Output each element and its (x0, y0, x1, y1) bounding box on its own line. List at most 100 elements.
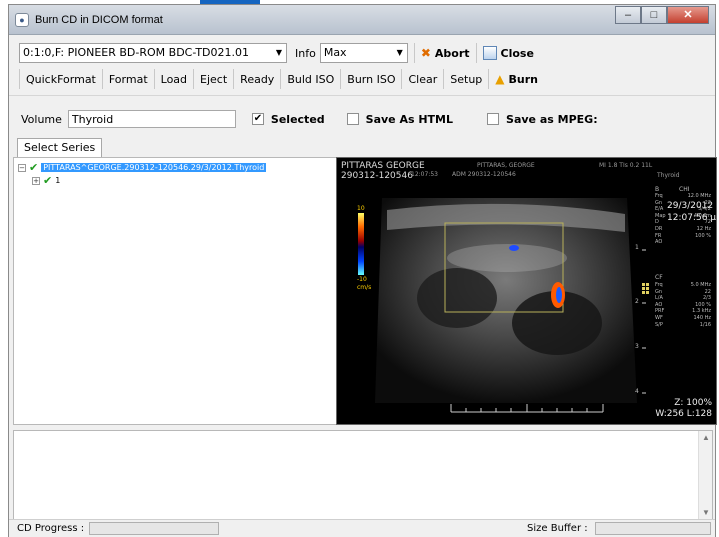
scale-top-label: 10 (357, 205, 365, 212)
scroll-down-icon[interactable]: ▼ (702, 508, 710, 517)
param-value: 12.0 MHz (687, 193, 711, 199)
window-controls: – □ ✕ (615, 6, 709, 24)
options-row: Volume ✔ Selected Save As HTML Save as M… (21, 109, 598, 129)
depth-mark-2: 2 (635, 298, 639, 305)
param-value: 4.0 cm (693, 212, 711, 219)
window-title: Burn CD in DICOM format (35, 14, 163, 26)
cd-progress-bar (89, 522, 219, 535)
param-name: D (655, 219, 659, 226)
param-value: 72 (704, 219, 711, 226)
scroll-up-icon[interactable]: ▲ (702, 433, 710, 442)
param-name: AO (655, 239, 663, 246)
save-mpeg-checkbox-group[interactable]: Save as MPEG: (487, 113, 598, 126)
cf-param-values: 5.0 MHz 22 2/3 100 % 1.3 kHz 140 Hz 1/16 (675, 282, 711, 328)
info-select[interactable]: Max ▼ (319, 43, 408, 63)
param-name: WF (655, 314, 663, 321)
param-name: FR (655, 232, 662, 239)
series-tree: − ✔ PITTARAS^GEORGE.290312-120546.29/3/2… (13, 157, 337, 425)
log-panel[interactable]: ▲ ▼ (13, 430, 713, 520)
param-value: 22 (704, 199, 711, 206)
save-html-checkbox-group[interactable]: Save As HTML (346, 112, 454, 126)
overlay-b: B (655, 186, 660, 193)
setup-button[interactable]: Setup (443, 69, 488, 89)
param-name: Frq (655, 193, 663, 199)
maximize-button[interactable]: □ (641, 6, 667, 24)
param-name: Gn (655, 199, 663, 206)
param-name: Gn (655, 288, 663, 295)
device-toolbar: 0:1:0,F: PIONEER BD-ROM BDC-TD021.01 ▼ I… (19, 42, 540, 64)
param-value: 100 % (695, 232, 711, 239)
size-buffer-bar (595, 522, 711, 535)
cf-label: CF (655, 274, 663, 281)
param-name: AO (655, 301, 663, 308)
window-level-value: W:256 L:128 (655, 409, 712, 419)
volume-input[interactable] (67, 110, 236, 128)
patient-name: PITTARAS GEORGE (341, 161, 425, 171)
application-window: ● Burn CD in DICOM format – □ ✕ 0:1:0,F:… (8, 4, 717, 537)
depth-ticks (642, 249, 646, 394)
close-button[interactable]: Close (475, 43, 540, 63)
color-scale-bar (358, 213, 364, 275)
tree-child-row[interactable]: + ✔ 1 (32, 174, 60, 187)
param-name: PRF (655, 308, 665, 315)
quickformat-button[interactable]: QuickFormat (19, 69, 102, 89)
log-scrollbar[interactable]: ▲ ▼ (698, 431, 712, 519)
dropdown-arrow-icon: ▼ (275, 48, 282, 57)
cf-param-names: Frq Gn L/A AO PRF WF S/P (655, 282, 664, 328)
save-mpeg-checkbox[interactable] (487, 113, 500, 125)
abort-button[interactable]: ✖ Abort (413, 43, 476, 63)
dropdown-arrow-icon: ▼ (396, 48, 403, 57)
tree-root-row[interactable]: − ✔ PITTARAS^GEORGE.290312-120546.29/3/2… (18, 161, 267, 174)
dicom-image-viewer[interactable]: PITTARAS GEORGE 290312-120546 12:07:53 A… (336, 157, 717, 425)
selected-checkbox-group[interactable]: ✔ Selected (251, 113, 325, 126)
param-name: Frq (655, 282, 663, 288)
disc-icon: ● (15, 13, 29, 27)
probe-marker-icon (642, 283, 649, 294)
ready-button[interactable]: Ready (233, 69, 280, 89)
param-value: 3/4/2 (698, 206, 711, 213)
minimize-button[interactable]: – (615, 6, 641, 24)
info-label: Info (295, 46, 316, 60)
eject-button[interactable]: Eject (193, 69, 233, 89)
selected-checkbox[interactable]: ✔ (251, 113, 264, 125)
device-select[interactable]: 0:1:0,F: PIONEER BD-ROM BDC-TD021.01 ▼ (19, 43, 287, 63)
burn-button[interactable]: ▲ Burn (488, 69, 544, 89)
close-label: Close (500, 46, 534, 60)
doppler-red-spot-core (556, 287, 562, 303)
format-button[interactable]: Format (101, 69, 154, 89)
header-adm: ADM 290312-120546 (452, 171, 516, 178)
checkmark-icon[interactable]: ✔ (43, 174, 52, 187)
build-iso-button[interactable]: Buld ISO (280, 69, 340, 89)
param-name: E/A (655, 206, 664, 213)
burn-iso-button[interactable]: Burn ISO (340, 69, 401, 89)
title-bar: ● Burn CD in DICOM format – □ ✕ (9, 5, 715, 35)
cd-progress-label: CD Progress : (17, 523, 85, 534)
collapse-icon[interactable]: − (18, 163, 26, 172)
header-name-ghost: PITTARAS, GEORGE (477, 162, 535, 169)
scale-unit-label: cm/s (357, 284, 372, 291)
load-button[interactable]: Load (153, 69, 193, 89)
volume-label: Volume (21, 112, 62, 126)
param-value: 1.3 kHz (692, 308, 711, 315)
param-name: Map (655, 212, 666, 219)
tab-select-series[interactable]: Select Series (17, 138, 103, 158)
ruler-ticks (450, 404, 604, 412)
depth-mark-3: 3 (635, 343, 639, 350)
close-window-button[interactable]: ✕ (667, 6, 709, 24)
clear-button[interactable]: Clear (401, 69, 443, 89)
status-bar: CD Progress : Size Buffer : (9, 519, 715, 537)
param-value: 100 % (695, 301, 711, 308)
save-html-checkbox[interactable] (346, 113, 359, 125)
expand-icon[interactable]: + (32, 176, 40, 185)
close-window-icon (482, 46, 497, 60)
param-name: DR (655, 225, 663, 232)
size-buffer-label: Size Buffer : (527, 523, 588, 534)
depth-mark-4: 4 (635, 388, 639, 395)
scale-bottom-label: -10 (357, 276, 367, 283)
toolbar-divider (9, 95, 715, 96)
depth-mark-1: 1 (635, 244, 639, 251)
save-mpeg-label: Save as MPEG: (506, 112, 598, 126)
save-html-label: Save As HTML (365, 112, 454, 126)
param-value: 2/3 (702, 295, 711, 302)
checkmark-icon[interactable]: ✔ (29, 161, 38, 174)
